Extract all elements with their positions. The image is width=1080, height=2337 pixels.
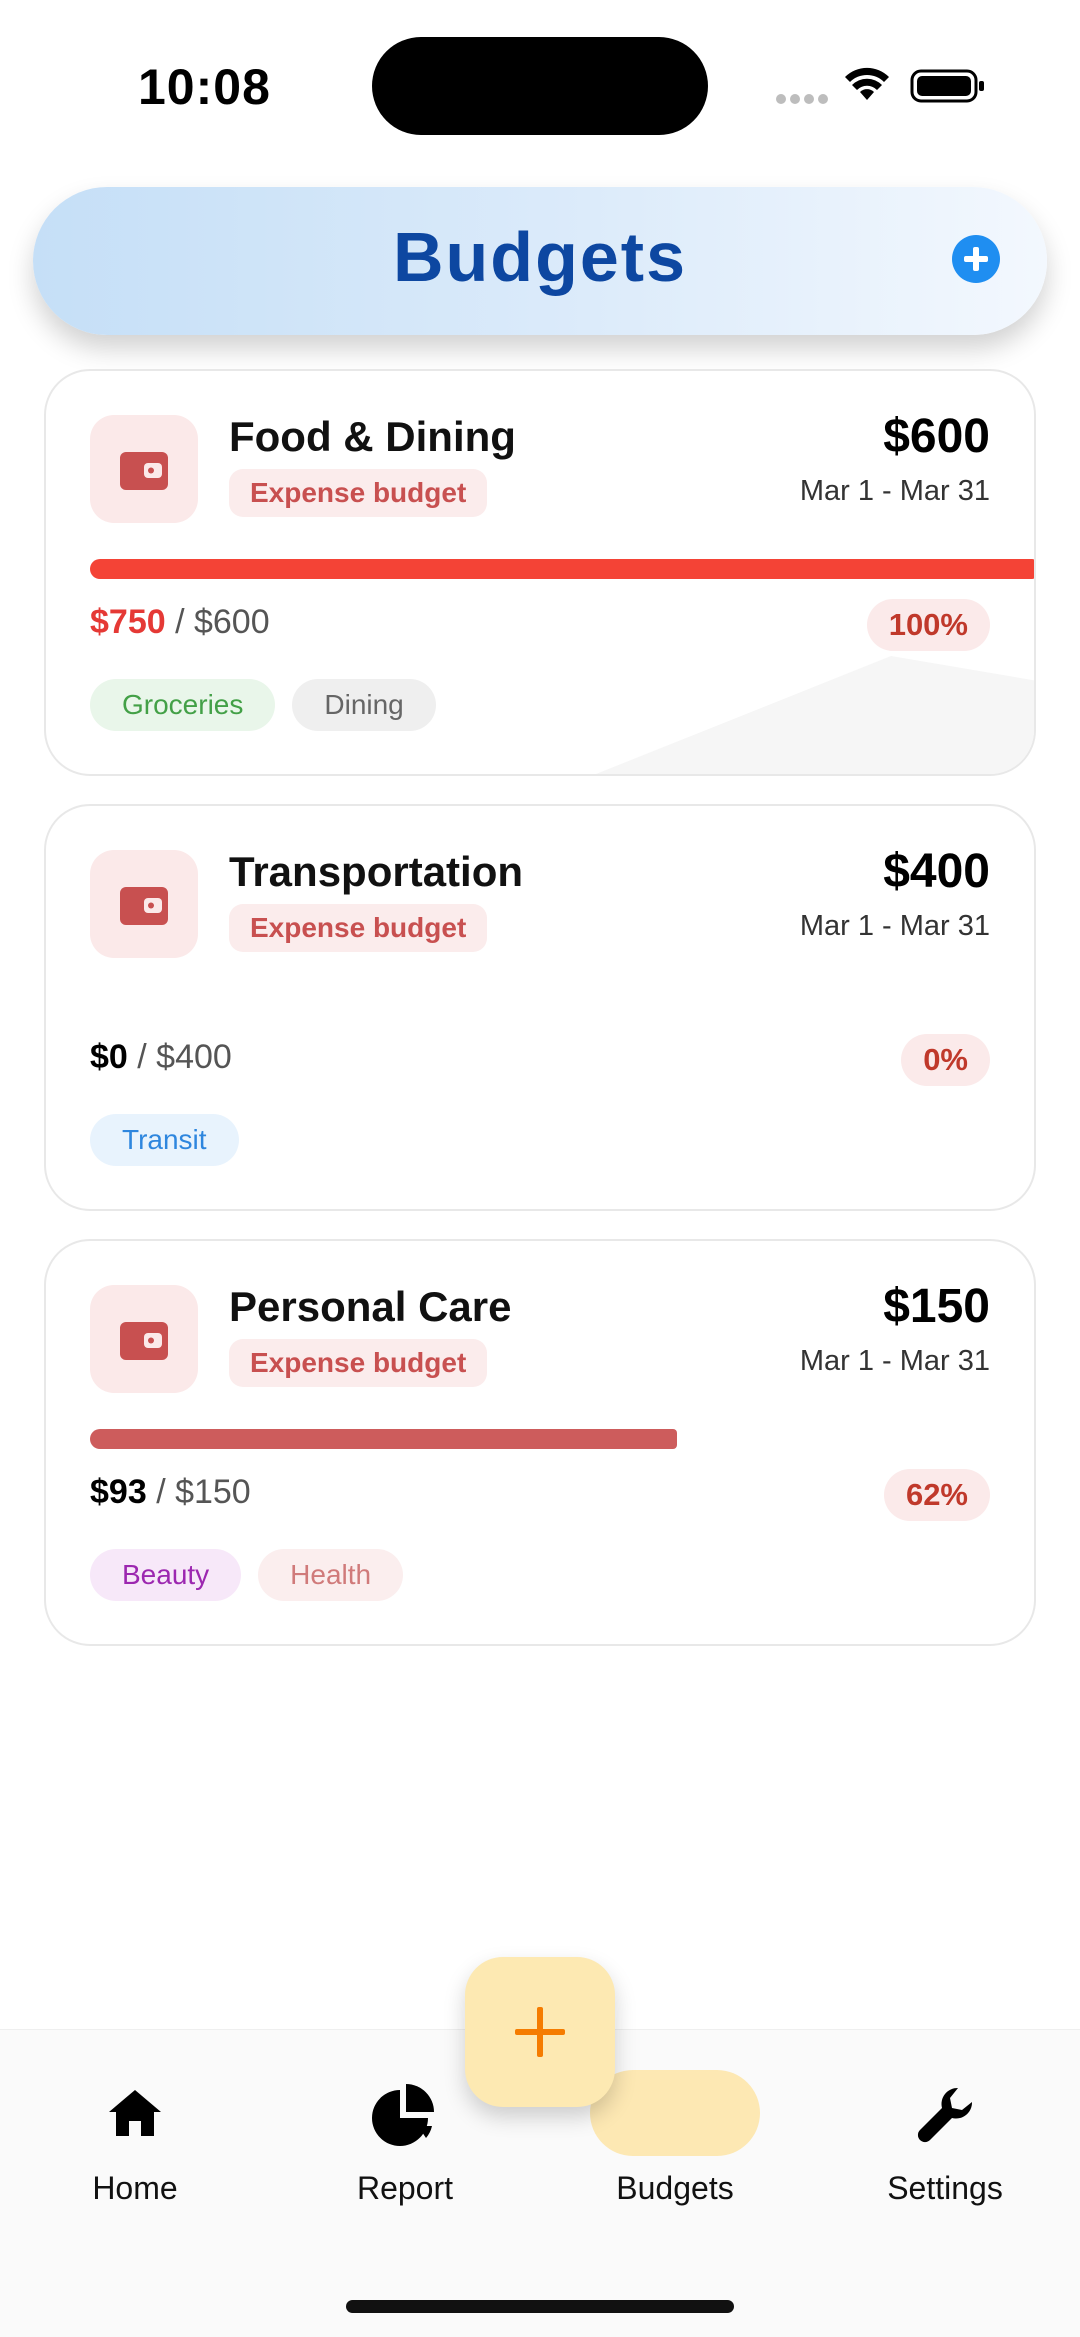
spent-value: $93 [90,1473,147,1511]
tag-list: Beauty Health [90,1549,404,1601]
wallet-icon-box [90,850,198,958]
budget-name: Personal Care [229,1283,512,1330]
percent-badge: 62% [883,1469,990,1521]
status-bar: 10:08 [0,0,1080,170]
battery-icon [910,69,984,103]
spent-summary: $0 / $400 [90,1038,232,1077]
progress-bar [90,1429,1034,1449]
percent-badge: 100% [866,599,990,651]
spent-summary: $750 / $600 [90,603,270,642]
budget-card-food-dining[interactable]: Food & Dining Expense budget $600 Mar 1 … [44,369,1036,776]
nav-label: Budgets [616,2170,734,2206]
budget-dates: Mar 1 - Mar 31 [799,475,990,507]
wallet-icon-box [90,1285,198,1393]
pie-chart-icon [372,2084,434,2146]
tag-chip: Transit [90,1114,239,1166]
nav-label: Home [92,2170,178,2206]
budget-amount: $400 [883,845,990,898]
budget-dates: Mar 1 - Mar 31 [799,910,990,942]
budget-dates: Mar 1 - Mar 31 [799,1345,990,1377]
spent-summary: $93 / $150 [90,1473,251,1512]
home-indicator [346,2300,734,2313]
budget-type-badge: Expense budget [229,1339,488,1387]
nav-label: Settings [887,2170,1003,2206]
progress-fill [90,1429,677,1449]
wallet-icon [120,1322,168,1360]
budget-name: Food & Dining [229,413,516,460]
spent-value: $750 [90,603,166,641]
tag-chip: Dining [292,679,436,731]
wallet-icon-box [90,415,198,523]
tag-list: Groceries Dining [90,679,436,731]
nav-item-settings[interactable]: Settings [845,2030,1045,2260]
budgets-header: Budgets [33,187,1047,335]
wallet-icon [120,887,168,925]
budget-type-badge: Expense budget [229,469,488,517]
tag-chip: Groceries [90,679,276,731]
wrench-icon [917,2087,973,2143]
budget-card-personal-care[interactable]: Personal Care Expense budget $150 Mar 1 … [44,1239,1036,1646]
budget-total: / $600 [175,603,270,641]
tag-chip: Beauty [90,1549,242,1601]
tag-list: Transit [90,1114,239,1166]
dynamic-island [372,37,708,135]
home-icon [109,2090,161,2136]
nav-label: Report [356,2170,454,2206]
spent-value: $0 [90,1038,128,1076]
budget-card-transportation[interactable]: Transportation Expense budget $400 Mar 1… [44,804,1036,1211]
status-time: 10:08 [138,59,271,115]
budget-amount: $150 [883,1280,990,1333]
page-title: Budgets [393,218,687,296]
add-transaction-button[interactable] [465,1957,615,2107]
wifi-icon [845,67,889,100]
budget-amount: $600 [883,410,990,463]
budget-total: / $400 [137,1038,232,1076]
tag-chip: Health [258,1549,404,1601]
wallet-icon [120,452,168,490]
budget-total: / $150 [156,1473,251,1511]
budget-name: Transportation [229,848,524,895]
add-budget-icon[interactable] [952,235,1000,283]
progress-bar [90,994,1034,1014]
active-nav-indicator [590,2070,760,2156]
nav-item-home[interactable]: Home [35,2030,235,2260]
cellular-signal-icon [776,94,828,104]
budgets-screen: 10:08 Budgets Food & Dining Expense budg… [0,0,1080,2337]
progress-bar [90,559,1034,579]
budget-type-badge: Expense budget [229,904,488,952]
progress-fill [90,559,1034,579]
percent-badge: 0% [901,1034,990,1086]
